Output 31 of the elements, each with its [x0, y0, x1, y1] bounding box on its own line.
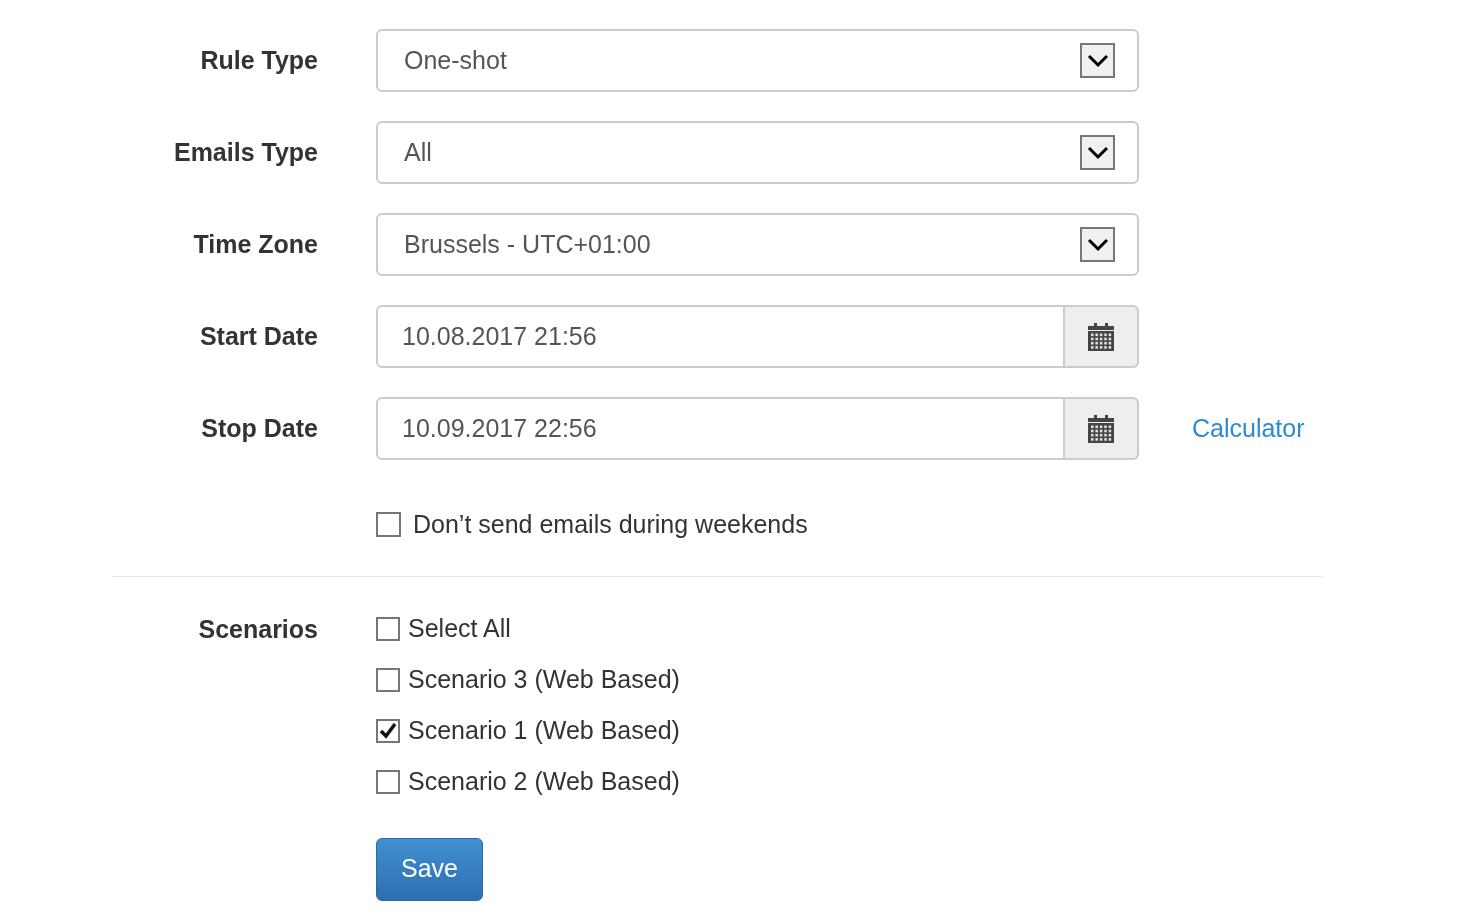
dropdown-select[interactable]: Brussels - UTC+01:00 — [376, 213, 1139, 276]
calculator-link[interactable]: Calculator — [1192, 409, 1305, 448]
calendar-icon — [1088, 322, 1114, 351]
field-label: Start Date — [198, 320, 318, 352]
dropdown-select[interactable]: One-shot — [376, 29, 1139, 92]
checkbox[interactable] — [376, 512, 401, 538]
chevron-down-icon — [1080, 227, 1115, 262]
checkbox[interactable] — [376, 769, 400, 794]
chevron-down-icon — [1080, 43, 1115, 78]
checkmark-icon — [378, 720, 398, 741]
field-label: Stop Date — [200, 412, 318, 444]
calendar-icon — [1088, 414, 1114, 443]
field-label: Time Zone — [192, 228, 318, 260]
field-label: Emails Type — [172, 136, 318, 168]
calendar-button[interactable] — [1065, 305, 1139, 368]
date-input-field[interactable]: 10.09.2017 22:56 — [376, 397, 1065, 460]
field-label: Rule Type — [199, 44, 318, 76]
field-label: Scenarios — [197, 613, 318, 645]
checkbox[interactable] — [376, 616, 400, 641]
save-button[interactable]: Save — [376, 837, 483, 901]
checkbox[interactable] — [376, 667, 400, 692]
checkbox-label: Scenario 2 (Web Based) — [408, 765, 680, 797]
checkbox-label: Scenario 1 (Web Based) — [408, 714, 680, 746]
date-input-field[interactable]: 10.08.2017 21:56 — [376, 305, 1065, 368]
chevron-down-icon — [1080, 135, 1115, 170]
checkbox-label: Don’t send emails during weekends — [413, 509, 808, 540]
checkbox-label: Scenario 3 (Web Based) — [408, 663, 680, 695]
dropdown-select[interactable]: All — [376, 121, 1139, 184]
checkbox[interactable] — [376, 718, 400, 743]
checkbox-label: Select All — [408, 612, 511, 644]
calendar-button[interactable] — [1065, 397, 1139, 460]
